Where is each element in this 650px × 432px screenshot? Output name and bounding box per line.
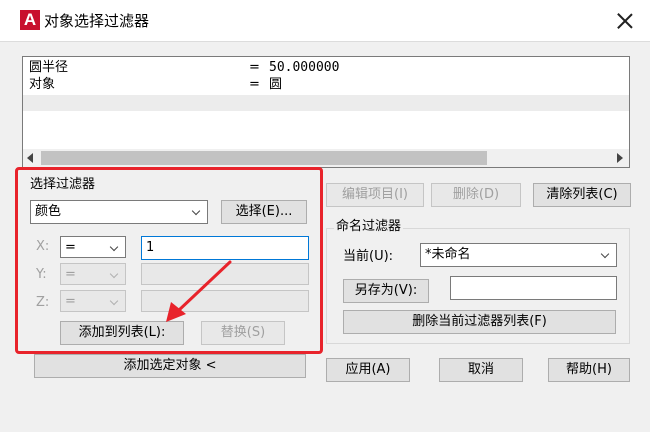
clear-list-button[interactable]: 清除列表(C) xyxy=(533,183,631,207)
current-filter-label: 当前(U): xyxy=(343,249,394,264)
delete-current-filter-button[interactable]: 删除当前过滤器列表(F) xyxy=(343,310,616,334)
edit-item-button[interactable]: 编辑项目(I) xyxy=(326,183,424,207)
apply-button[interactable]: 应用(A) xyxy=(326,358,410,382)
named-filters-title: 命名过滤器 xyxy=(334,218,404,236)
save-as-input[interactable] xyxy=(450,276,617,300)
chevron-down-icon xyxy=(600,249,610,259)
add-selected-objects-button[interactable]: 添加选定对象 < xyxy=(34,354,306,378)
cancel-button[interactable]: 取消 xyxy=(439,358,523,382)
help-button[interactable]: 帮助(H) xyxy=(548,358,630,382)
current-filter-dropdown[interactable]: *未命名 xyxy=(420,243,617,267)
save-as-button[interactable]: 另存为(V): xyxy=(343,279,429,303)
current-filter-value: *未命名 xyxy=(425,247,471,262)
delete-button[interactable]: 删除(D) xyxy=(431,183,521,207)
